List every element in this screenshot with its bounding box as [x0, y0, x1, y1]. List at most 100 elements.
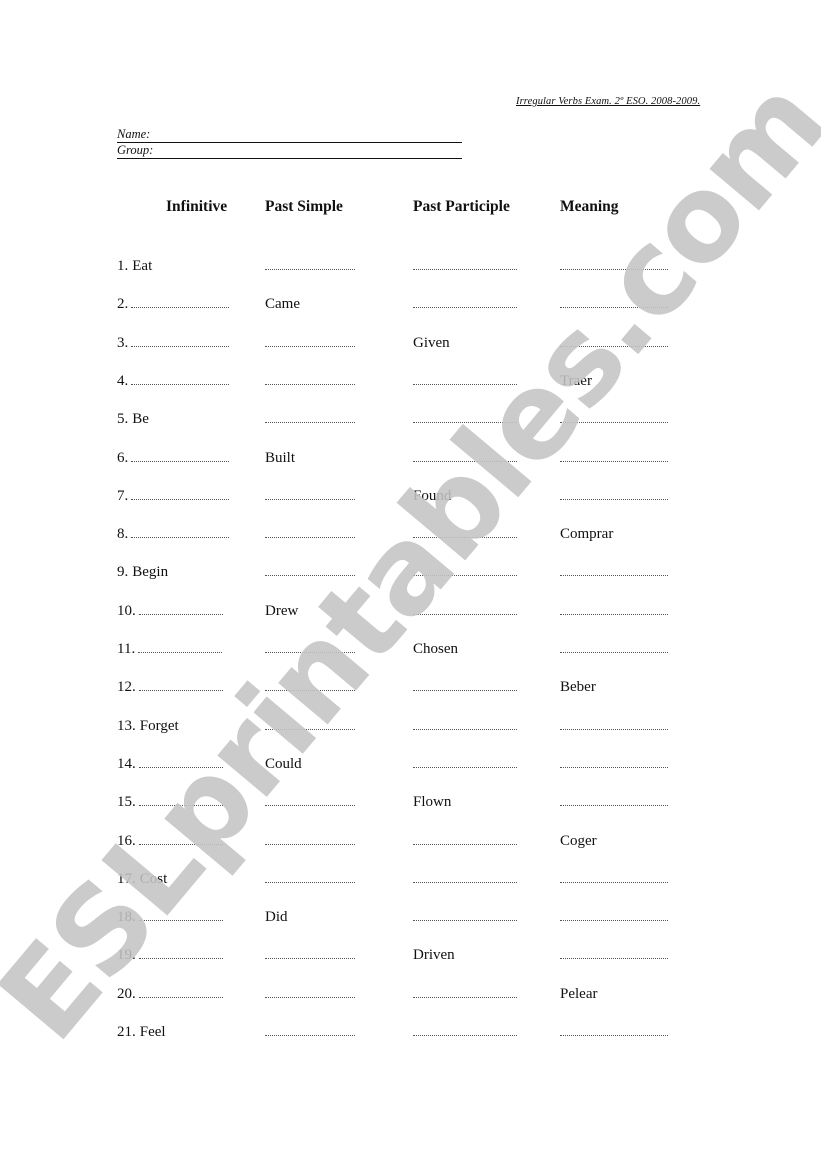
- cell-past-participle[interactable]: [413, 831, 517, 851]
- cell-infinitive[interactable]: 19.: [117, 945, 223, 965]
- cell-infinitive[interactable]: 2.: [117, 294, 230, 314]
- blank-answer-line[interactable]: [413, 305, 517, 309]
- cell-meaning[interactable]: [560, 907, 668, 927]
- cell-meaning[interactable]: [560, 562, 668, 582]
- cell-meaning[interactable]: [560, 945, 668, 965]
- cell-past-participle[interactable]: [413, 409, 517, 429]
- blank-answer-line[interactable]: [413, 842, 517, 845]
- blank-answer-line[interactable]: [560, 650, 668, 653]
- blank-answer-line[interactable]: [560, 344, 668, 347]
- cell-infinitive[interactable]: 20.: [117, 984, 223, 1004]
- cell-meaning[interactable]: [560, 792, 668, 812]
- cell-infinitive[interactable]: 11.: [117, 639, 223, 659]
- blank-answer-line[interactable]: [560, 459, 668, 462]
- cell-past-participle[interactable]: [413, 1022, 517, 1042]
- blank-answer-line[interactable]: [265, 573, 355, 577]
- blank-answer-line[interactable]: [131, 459, 230, 462]
- cell-meaning[interactable]: [560, 333, 668, 353]
- blank-answer-line[interactable]: [413, 918, 517, 922]
- cell-infinitive[interactable]: 14.: [117, 754, 223, 774]
- blank-answer-line[interactable]: [413, 382, 517, 385]
- blank-answer-line[interactable]: [265, 727, 355, 730]
- cell-past-simple[interactable]: [265, 945, 355, 965]
- blank-answer-line[interactable]: [413, 267, 517, 270]
- blank-answer-line[interactable]: [265, 535, 355, 539]
- blank-answer-line[interactable]: [413, 459, 517, 462]
- blank-answer-line[interactable]: [413, 1033, 517, 1036]
- blank-answer-line[interactable]: [560, 918, 668, 922]
- cell-past-simple[interactable]: [265, 409, 355, 429]
- cell-meaning[interactable]: [560, 1022, 668, 1042]
- cell-infinitive[interactable]: 12.: [117, 677, 223, 697]
- blank-answer-line[interactable]: [413, 420, 517, 424]
- blank-answer-line[interactable]: [265, 420, 355, 424]
- cell-past-simple[interactable]: [265, 1022, 355, 1042]
- blank-answer-line[interactable]: [265, 382, 355, 385]
- blank-answer-line[interactable]: [560, 573, 668, 577]
- cell-past-simple[interactable]: [265, 639, 355, 659]
- cell-infinitive[interactable]: 15.: [117, 792, 223, 812]
- blank-answer-line[interactable]: [131, 344, 230, 347]
- cell-past-participle[interactable]: [413, 371, 517, 391]
- cell-past-simple[interactable]: [265, 831, 355, 851]
- blank-answer-line[interactable]: [265, 956, 355, 960]
- blank-answer-line[interactable]: [138, 995, 223, 998]
- cell-past-participle[interactable]: [413, 294, 517, 314]
- cell-meaning[interactable]: [560, 754, 668, 774]
- cell-infinitive[interactable]: 10.: [117, 601, 223, 621]
- blank-answer-line[interactable]: [265, 995, 355, 998]
- cell-past-participle[interactable]: [413, 716, 517, 736]
- blank-answer-line[interactable]: [138, 688, 223, 692]
- blank-answer-line[interactable]: [131, 535, 230, 539]
- cell-past-simple[interactable]: [265, 716, 355, 736]
- blank-answer-line[interactable]: [560, 420, 668, 424]
- cell-past-participle[interactable]: [413, 562, 517, 582]
- cell-infinitive[interactable]: 3.: [117, 333, 230, 353]
- cell-past-participle[interactable]: [413, 448, 517, 468]
- cell-meaning[interactable]: [560, 601, 668, 621]
- cell-meaning[interactable]: [560, 256, 668, 276]
- blank-answer-line[interactable]: [138, 803, 223, 807]
- blank-answer-line[interactable]: [560, 727, 668, 730]
- cell-infinitive[interactable]: 4.: [117, 371, 230, 391]
- cell-past-participle[interactable]: [413, 601, 517, 621]
- blank-answer-line[interactable]: [265, 1033, 355, 1036]
- blank-answer-line[interactable]: [131, 382, 230, 385]
- blank-answer-line[interactable]: [265, 344, 355, 347]
- cell-past-participle[interactable]: [413, 524, 517, 544]
- cell-past-simple[interactable]: [265, 562, 355, 582]
- blank-answer-line[interactable]: [138, 765, 223, 768]
- blank-answer-line[interactable]: [265, 650, 355, 653]
- blank-answer-line[interactable]: [560, 956, 668, 960]
- blank-answer-line[interactable]: [560, 1033, 668, 1036]
- blank-answer-line[interactable]: [413, 727, 517, 730]
- cell-meaning[interactable]: [560, 448, 668, 468]
- blank-answer-line[interactable]: [138, 918, 223, 922]
- blank-answer-line[interactable]: [560, 267, 668, 270]
- blank-answer-line[interactable]: [131, 497, 230, 500]
- blank-answer-line[interactable]: [265, 267, 355, 270]
- cell-past-simple[interactable]: [265, 486, 355, 506]
- cell-infinitive[interactable]: 8.: [117, 524, 230, 544]
- blank-answer-line[interactable]: [413, 688, 517, 692]
- blank-answer-line[interactable]: [138, 842, 223, 845]
- blank-answer-line[interactable]: [413, 612, 517, 615]
- blank-answer-line[interactable]: [413, 995, 517, 998]
- cell-past-simple[interactable]: [265, 524, 355, 544]
- cell-past-simple[interactable]: [265, 869, 355, 889]
- cell-past-participle[interactable]: [413, 256, 517, 276]
- blank-answer-line[interactable]: [138, 956, 223, 960]
- blank-answer-line[interactable]: [560, 612, 668, 615]
- cell-past-simple[interactable]: [265, 371, 355, 391]
- blank-answer-line[interactable]: [560, 305, 668, 309]
- name-field[interactable]: Name:: [117, 127, 462, 143]
- cell-meaning[interactable]: [560, 486, 668, 506]
- cell-past-simple[interactable]: [265, 333, 355, 353]
- cell-meaning[interactable]: [560, 869, 668, 889]
- cell-past-participle[interactable]: [413, 984, 517, 1004]
- cell-past-simple[interactable]: [265, 792, 355, 812]
- blank-answer-line[interactable]: [560, 765, 668, 768]
- blank-answer-line[interactable]: [131, 305, 230, 309]
- cell-infinitive[interactable]: 7.: [117, 486, 230, 506]
- blank-answer-line[interactable]: [560, 497, 668, 500]
